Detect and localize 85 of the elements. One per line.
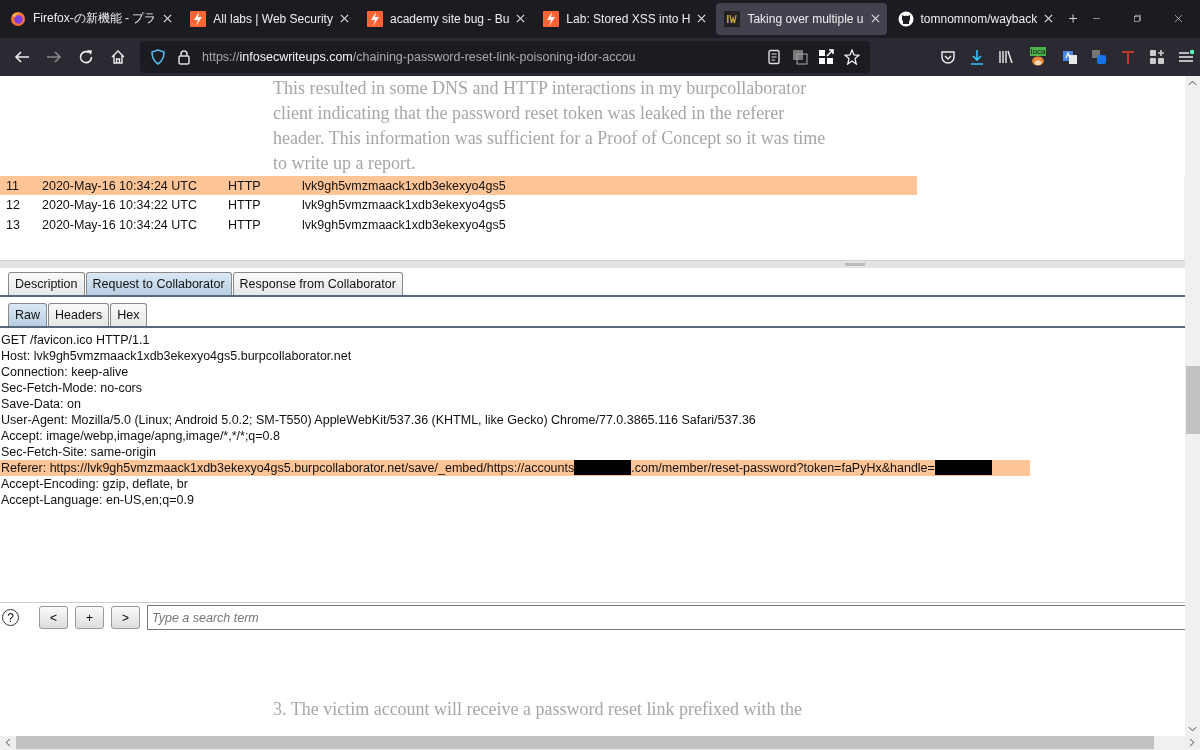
- request-text: User-Agent: Mozilla/5.0 (Linux; Android 5.0.2; SM-T550) AppleWebKit/537.36 (KHTML, like Gecko) Chrome/77.0.3865.116 Safari/537.36: [1, 411, 756, 428]
- scroll-down-icon[interactable]: [1188, 725, 1197, 732]
- close-icon[interactable]: [516, 14, 526, 24]
- star-icon[interactable]: [844, 48, 860, 65]
- pocket-icon[interactable]: [940, 48, 956, 65]
- article-paragraph: This resulted in some DNS and HTTP interactions in my burpcollaborator client indicating that the password reset token was leaked in the referer header. This information was sufficient for a Proof of Concept so it was time to write up a report.: [273, 76, 827, 175]
- shield-icon: [150, 48, 166, 65]
- forward-icon[interactable]: [46, 48, 62, 65]
- tab[interactable]: Request to Collaborator: [85, 271, 232, 295]
- browser-tab[interactable]: Lab: Stored XSS into H: [535, 3, 714, 35]
- restore-icon[interactable]: [1134, 13, 1142, 25]
- browser-tab[interactable]: Firefox-の新機能 - プラ: [2, 3, 180, 35]
- table-cell-text: 13: [5, 217, 21, 232]
- search-field[interactable]: Type a search term: [147, 605, 1185, 631]
- tee-icon[interactable]: [1120, 48, 1136, 65]
- browser-logo-icon: [10, 11, 26, 27]
- back-icon[interactable]: [14, 48, 30, 65]
- tab[interactable]: Headers: [48, 302, 110, 326]
- request-text: Referer: https://lvk9gh5vmzmaack1xdb3ekexyo4gs5.burpcollaborator.net/save/_embed/https://accounts: [1, 459, 575, 476]
- table-cell-text: 11: [5, 178, 20, 193]
- table-cell-text: lvk9gh5vmzmaack1xdb3ekexyo4gs5: [302, 178, 507, 193]
- table-cell-text: lvk9gh5vmzmaack1xdb3ekexyo4gs5: [302, 198, 507, 213]
- request-text: GET /favicon.ico HTTP/1.1: [1, 331, 150, 348]
- close-icon[interactable]: [870, 14, 880, 24]
- close-icon[interactable]: [163, 14, 173, 24]
- home-icon[interactable]: [110, 48, 126, 65]
- extension-badge: loca: [1029, 47, 1047, 57]
- tab[interactable]: Response from Collaborator: [232, 271, 403, 295]
- table-cell-text: lvk9gh5vmzmaack1xdb3ekexyo4gs5: [302, 217, 507, 232]
- request-text: Accept-Language: en-US,en;q=0.9: [1, 491, 194, 508]
- lightning-icon: [366, 11, 383, 27]
- close-icon[interactable]: [1044, 14, 1054, 24]
- site-logo-icon: [724, 11, 741, 27]
- tab[interactable]: Hex: [110, 302, 147, 326]
- address-bar[interactable]: https://infosecwriteups.com/chaining-password-reset-link-poisoning-idor-accou: [140, 40, 870, 73]
- table-cell-text: 2020-May-16 10:34:24 UTC: [42, 217, 198, 232]
- redaction-bar: [574, 460, 632, 476]
- browser-tab[interactable]: tomnomnom/wayback: [889, 3, 1061, 35]
- table-row[interactable]: 11 2020-May-16 10:34:24 UTC HTTP lvk9gh5vmzmaack1xdb3ekexyo4gs5: [0, 175, 917, 196]
- search-nav-button[interactable]: +: [75, 606, 104, 630]
- library-icon[interactable]: [998, 48, 1014, 65]
- tab[interactable]: Raw: [8, 302, 47, 326]
- search-nav-button[interactable]: >: [111, 606, 140, 630]
- article-paragraph: 3. The victim account will receive a password reset link prefixed with the: [273, 697, 803, 721]
- scroll-left-icon[interactable]: [5, 738, 11, 748]
- table-cell-text: HTTP: [228, 217, 262, 232]
- octocat-icon: [897, 11, 914, 27]
- extensions-icon[interactable]: [1149, 48, 1165, 65]
- fox-icon: [1031, 56, 1045, 67]
- table-cell-text: HTTP: [228, 198, 262, 213]
- grid-icon[interactable]: [818, 48, 834, 65]
- request-text: Accept: image/webp,image/apng,image/*,*/*;q=0.8: [1, 427, 280, 444]
- scroll-right-icon[interactable]: [1189, 738, 1195, 748]
- close-icon[interactable]: [1175, 13, 1182, 25]
- download-icon[interactable]: [969, 48, 985, 65]
- lightning-icon: [543, 11, 560, 27]
- request-text: Accept-Encoding: gzip, deflate, br: [1, 475, 188, 492]
- request-text: Host: lvk9gh5vmzmaack1xdb3ekexyo4gs5.burpcollaborator.net: [1, 347, 352, 364]
- tab[interactable]: Description: [8, 271, 85, 295]
- reader-view-icon[interactable]: [766, 48, 782, 65]
- request-text: Connection: keep-alive: [1, 363, 129, 380]
- scroll-up-icon[interactable]: [1188, 79, 1197, 86]
- request-text: Save-Data: on: [1, 395, 81, 412]
- table-cell-text: 12: [5, 198, 21, 213]
- table-cell-text: 2020-May-16 10:34:24 UTC: [42, 178, 198, 193]
- vertical-scrollbar[interactable]: [1185, 75, 1200, 736]
- menu-icon[interactable]: [1178, 48, 1194, 65]
- browser-tab[interactable]: academy site bug - Bu: [358, 3, 533, 35]
- table-cell-text: 2020-May-16 10:34:22 UTC: [42, 198, 198, 213]
- table-cell-text: HTTP: [228, 178, 262, 193]
- request-text: Sec-Fetch-Mode: no-cors: [1, 379, 143, 396]
- request-text: Sec-Fetch-Site: same-origin: [1, 443, 156, 460]
- lock-icon: [176, 48, 192, 65]
- new-tab-icon[interactable]: [1069, 12, 1078, 26]
- request-text: .com/member/reset-password?token=faPyHx&handle=: [631, 459, 935, 476]
- browser-tab[interactable]: All labs | Web Security: [182, 3, 356, 35]
- lightning-icon: [190, 11, 207, 27]
- extension-button[interactable]: loca: [1027, 47, 1049, 67]
- scroll-thumb[interactable]: [1185, 365, 1200, 434]
- search-nav-button[interactable]: <: [39, 606, 68, 630]
- close-icon[interactable]: [339, 14, 349, 24]
- browser-tab[interactable]: Taking over multiple u: [716, 3, 887, 35]
- redaction-bar: [934, 460, 992, 476]
- close-icon[interactable]: [697, 14, 707, 24]
- reload-icon[interactable]: [78, 48, 94, 65]
